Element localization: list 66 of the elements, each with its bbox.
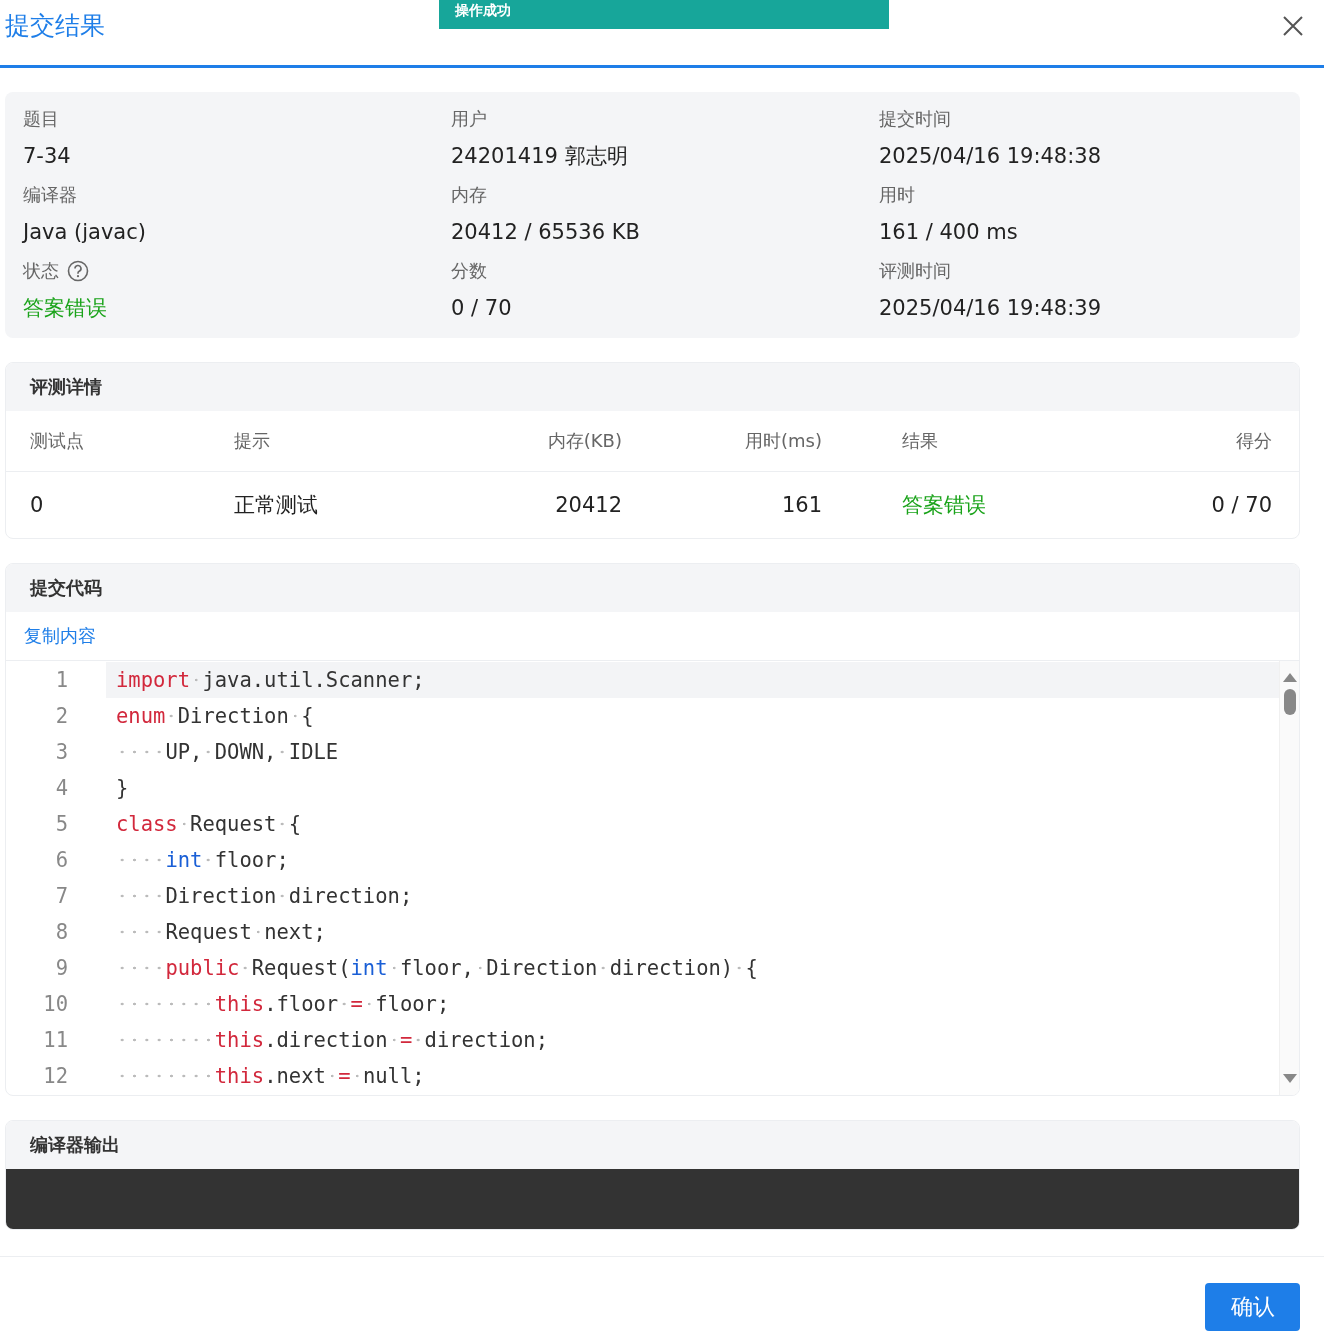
help-icon[interactable] — [67, 260, 89, 282]
code-line: Direction direction; — [106, 878, 1279, 914]
code-line: public Request(int floor, Direction direction) { — [106, 950, 1279, 986]
info-label: 题目 — [23, 107, 59, 131]
scrollbar[interactable] — [1279, 661, 1299, 1095]
info-label: 状态 — [23, 259, 59, 283]
table-cell-text: 20412 — [554, 493, 622, 517]
confirm-button[interactable]: 确认 — [1205, 1283, 1300, 1331]
code-line: this.floor = floor; — [106, 986, 1279, 1022]
column-header: 测试点 — [30, 429, 85, 453]
table-cell-text: 0 / 70 — [1210, 493, 1272, 517]
code-line: Request next; — [106, 914, 1279, 950]
table-cell-text: 161 — [780, 493, 822, 517]
line-number: 5 — [54, 812, 69, 836]
scroll-down-icon[interactable] — [1281, 1073, 1298, 1085]
info-label: 用时 — [879, 183, 915, 207]
info-value: 2025/04/16 19:48:38 — [879, 143, 1103, 170]
line-number: 3 — [54, 740, 69, 764]
line-number: 10 — [42, 992, 69, 1016]
info-value: 7-34 — [23, 143, 72, 170]
info-label: 分数 — [451, 259, 487, 283]
table-cell-text: 正常测试 — [234, 492, 319, 519]
column-header: 用时(ms) — [744, 429, 822, 453]
code-line: enum Direction { — [115, 703, 315, 730]
code-line: this.direction = direction; — [106, 1022, 1279, 1058]
line-number: 11 — [42, 1028, 69, 1052]
close-icon[interactable] — [1282, 14, 1304, 37]
toast: 操作成功 — [439, 0, 889, 29]
line-number: 1 — [54, 668, 69, 692]
info-label: 用户 — [451, 107, 487, 131]
info-label: 内存 — [451, 183, 487, 207]
table-cell-text: 答案错误 — [901, 492, 987, 519]
line-number: 6 — [54, 848, 69, 872]
info-value: 0 / 70 — [451, 295, 513, 322]
code-line: } — [115, 775, 130, 802]
info-label: 编译器 — [23, 183, 77, 207]
line-number: 7 — [54, 884, 69, 908]
info-value: 2025/04/16 19:48:39 — [879, 295, 1103, 322]
info-value: 24201419 郭志明 — [451, 143, 629, 170]
status-value: 答案错误 — [23, 295, 108, 322]
scroll-up-icon[interactable] — [1281, 671, 1298, 683]
section-title: 提交代码 — [30, 576, 102, 600]
line-number: 9 — [54, 956, 69, 980]
info-value: 161 / 400 ms — [879, 219, 1019, 246]
code-line: this.next = null; — [106, 1058, 1279, 1094]
code-line: int floor; — [106, 842, 1279, 878]
column-header: 结果 — [901, 429, 939, 453]
dialog-title: 提交结果 — [5, 10, 105, 42]
table-cell-text: 0 — [30, 493, 45, 517]
section-title: 编译器输出 — [30, 1133, 120, 1157]
info-value: Java (javac) — [23, 219, 147, 246]
line-number: 4 — [54, 776, 69, 800]
column-header: 提示 — [234, 429, 271, 453]
info-label: 评测时间 — [879, 259, 951, 283]
line-number: 2 — [54, 704, 69, 728]
column-header: 得分 — [1235, 429, 1272, 453]
code-line: UP, DOWN, IDLE — [106, 734, 1279, 770]
info-value: 20412 / 65536 KB — [451, 219, 641, 246]
code-line: class Request { — [115, 811, 303, 838]
info-label: 提交时间 — [879, 107, 951, 131]
column-header: 内存(KB) — [546, 429, 622, 453]
copy-link[interactable]: 复制内容 — [24, 624, 96, 648]
line-number: 8 — [54, 920, 69, 944]
section-title: 评测详情 — [30, 375, 102, 399]
scroll-thumb[interactable] — [1283, 689, 1296, 715]
line-number: 12 — [42, 1064, 69, 1088]
